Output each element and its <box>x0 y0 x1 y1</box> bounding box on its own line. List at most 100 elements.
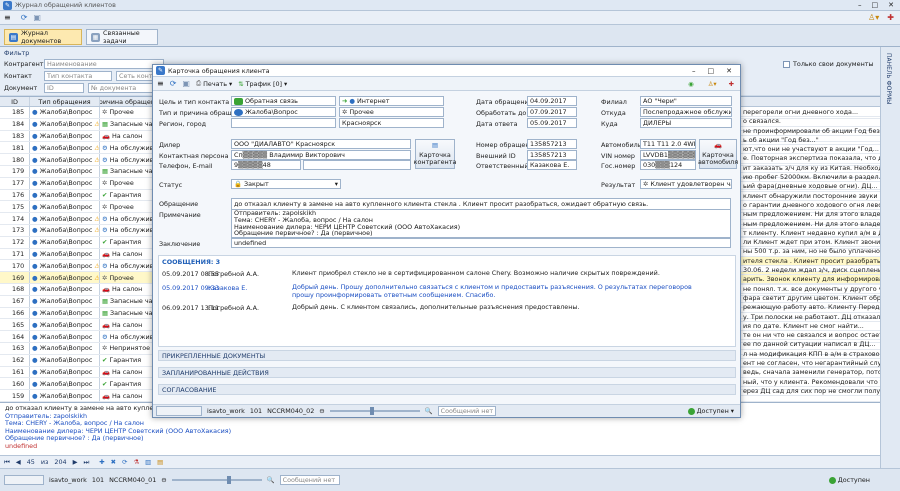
zoom-out-icon[interactable]: ⊖ <box>161 476 166 484</box>
zoom-slider[interactable] <box>171 476 262 484</box>
branch-input[interactable]: АО "Чери" <box>640 96 732 106</box>
minimize-button[interactable]: – <box>858 1 862 9</box>
dialog-zoom-slider[interactable] <box>329 407 420 415</box>
dialog-status-messages[interactable]: Сообщений нет <box>437 406 496 416</box>
contact-type-input[interactable]: Тип контакта <box>44 71 112 81</box>
responsible-input[interactable]: Казакова Е. <box>527 160 577 170</box>
cell-id: 164 <box>0 331 30 342</box>
note-text[interactable]: Отправитель: zapolskikh Тема: CHERY - Жа… <box>231 209 731 238</box>
messages-header[interactable]: СООБЩЕНИЯ: 3 <box>162 258 220 266</box>
contact-channel-select[interactable]: ➜ ● Интернет <box>339 96 444 106</box>
contact-type-select[interactable]: Обратная связь <box>231 96 336 106</box>
menu-icon[interactable]: ≡ <box>4 13 11 22</box>
contractor-card-button[interactable]: ▤ Карточка контрагента <box>414 139 456 169</box>
col-header-reason[interactable]: Причина обращения <box>100 97 158 106</box>
message-item[interactable]: 06.09.2017 13:11 Погребной А.А. Добрый ден… <box>162 303 732 322</box>
delete-icon[interactable]: ✖ <box>111 458 116 466</box>
col-header-id[interactable]: ID <box>0 97 30 106</box>
tab-journal[interactable]: ▤ Журнал документов <box>4 29 82 45</box>
maximize-button[interactable]: □ <box>872 1 879 9</box>
dialog-close-button[interactable]: ✕ <box>726 67 732 75</box>
result-select[interactable]: ✲Клиент удовлетворен частич <box>640 179 732 189</box>
cell-id: 185 <box>0 107 30 118</box>
dialog-refresh-icon[interactable]: ⟳ <box>170 79 177 88</box>
help-icon[interactable]: ✚ <box>887 13 894 22</box>
req-number-input[interactable]: 135857213 <box>527 139 577 149</box>
status-availability[interactable]: Доступен <box>828 476 870 484</box>
doc-number-input[interactable]: № документа <box>88 83 160 93</box>
own-docs-checkbox[interactable] <box>783 60 790 68</box>
dialog-status-user: isavto_work <box>207 407 245 415</box>
cell-type: ● Жалоба\Вопрос <box>30 307 100 319</box>
city-select[interactable]: Красноярск <box>339 118 444 128</box>
message-author: Погребной А.А. <box>208 270 260 278</box>
preview-line: undefined <box>5 441 38 450</box>
first-page-icon[interactable]: ⏮ <box>4 458 10 467</box>
section-approval[interactable]: СОГЛАСОВАНИЕ <box>158 384 736 395</box>
refresh-grid-icon[interactable]: ⟳ <box>122 458 127 466</box>
dialog-menu-icon[interactable]: ≡ <box>157 79 164 88</box>
close-button[interactable]: ✕ <box>888 1 894 9</box>
phone-input[interactable]: 9▒▒▒▒▒48 <box>231 160 301 170</box>
status-value: Закрыт <box>243 180 269 188</box>
email-input[interactable] <box>303 160 411 170</box>
cell-reason-value: Прочее <box>109 108 134 117</box>
dealer-input[interactable]: ООО "ДИАЛАВТО" Красноярск <box>231 139 411 149</box>
user-icon[interactable]: ♙▾ <box>868 13 879 22</box>
cell-reason: ✲ Прочее <box>100 107 158 118</box>
status-select[interactable]: 🔒 Закрыт ▾ <box>231 179 341 189</box>
cell-reason-value: Прочее <box>109 202 134 211</box>
last-page-icon[interactable]: ⏭ <box>84 458 90 467</box>
region-select[interactable] <box>231 118 336 128</box>
cell-reason-value: На салон <box>111 249 143 258</box>
section-planned-actions[interactable]: ЗАПЛАНИРОВАННЫЕ ДЕЙСТВИЯ <box>158 367 736 378</box>
traffic-button[interactable]: ⇅ Трафик [0] ▾ <box>238 80 287 88</box>
cell-type-value: Жалоба\Вопрос <box>39 214 93 223</box>
from-input[interactable]: Послепродажное обслуживание <box>640 107 732 117</box>
dialog-help-icon[interactable]: ✚ <box>729 80 734 88</box>
date-answer-input[interactable]: 05.09.2017 <box>527 118 577 128</box>
own-docs-toggle[interactable]: Только свои документы <box>783 60 874 68</box>
dialog-minimize-button[interactable]: – <box>692 67 696 75</box>
ext-id-input[interactable]: 135857213 <box>527 150 577 160</box>
dialog-user-icon[interactable]: ♙▾ <box>708 80 717 88</box>
filter-icon[interactable]: ⚗ <box>133 458 139 466</box>
next-page-icon[interactable]: ▶ <box>73 458 78 466</box>
col-header-type[interactable]: Тип обращения <box>30 97 100 106</box>
form-panel-sidebar[interactable]: ПАНЕЛЬ ФОРМЫ <box>880 47 900 468</box>
dialog-maximize-button[interactable]: □ <box>708 67 715 75</box>
print-button[interactable]: ⎙ Печать ▾ <box>196 79 232 88</box>
dialog-zoom-in-icon[interactable]: 🔍 <box>425 407 433 415</box>
parts-icon: ▦ <box>102 120 109 129</box>
add-icon[interactable]: ✚ <box>99 458 104 466</box>
contractor-input[interactable]: Наименование <box>44 59 164 69</box>
section-attached-docs[interactable]: ПРИКРЕПЛЕННЫЕ ДОКУМЕНТЫ <box>158 350 736 361</box>
tab-related-tasks[interactable]: ▦ Связанные задачи <box>86 29 158 45</box>
car-input[interactable]: T11 T11 2.0 4WD <box>640 139 696 149</box>
refresh-icon[interactable]: ⟳ <box>21 13 28 22</box>
gear-icon: ✲ <box>342 108 348 116</box>
gear-icon: ✲ <box>102 179 108 188</box>
doc-id-input[interactable]: ID <box>44 83 84 93</box>
dialog-status-availability[interactable]: Доступен ▾ <box>687 407 734 415</box>
where-input[interactable]: ДИЛЕРЫ <box>640 118 732 128</box>
reason-type-select[interactable]: Жалоба\Вопрос <box>231 107 336 117</box>
vin-input[interactable]: LVVDB1▒▒▒▒▒▒▒▒483 <box>640 150 696 160</box>
contact-person-input[interactable]: Сп▒▒▒▒▒ Владимир Викторович <box>231 150 411 160</box>
message-item[interactable]: 05.09.2017 09:33 Казакова Е. Добрый день. … <box>162 283 732 302</box>
dialog-zoom-out-icon[interactable]: ⊖ <box>319 407 324 415</box>
car-card-button[interactable]: 🚗 Карточка автомобиля <box>698 139 738 169</box>
gov-number-input[interactable]: 030▒▒▒124 <box>640 160 696 170</box>
save-icon[interactable]: ▣ <box>33 13 41 22</box>
reason-select[interactable]: ✲ Прочее <box>339 107 444 117</box>
status-messages[interactable]: Сообщений нет <box>279 475 340 485</box>
zoom-in-icon[interactable]: 🔍 <box>267 476 275 484</box>
prev-page-icon[interactable]: ◀ <box>16 458 21 466</box>
cell-type: ● Жалоба\Вопрос <box>30 378 100 390</box>
conclusion-text[interactable]: undefined <box>231 238 731 248</box>
process-until-input[interactable]: 07.09.2017 <box>527 107 577 117</box>
dialog-save-icon[interactable]: ▣ <box>182 79 190 88</box>
chart-icon[interactable]: ▤ <box>157 458 163 466</box>
date-req-input[interactable]: 04.09.2017 <box>527 96 577 106</box>
export-icon[interactable]: ▥ <box>145 458 151 466</box>
